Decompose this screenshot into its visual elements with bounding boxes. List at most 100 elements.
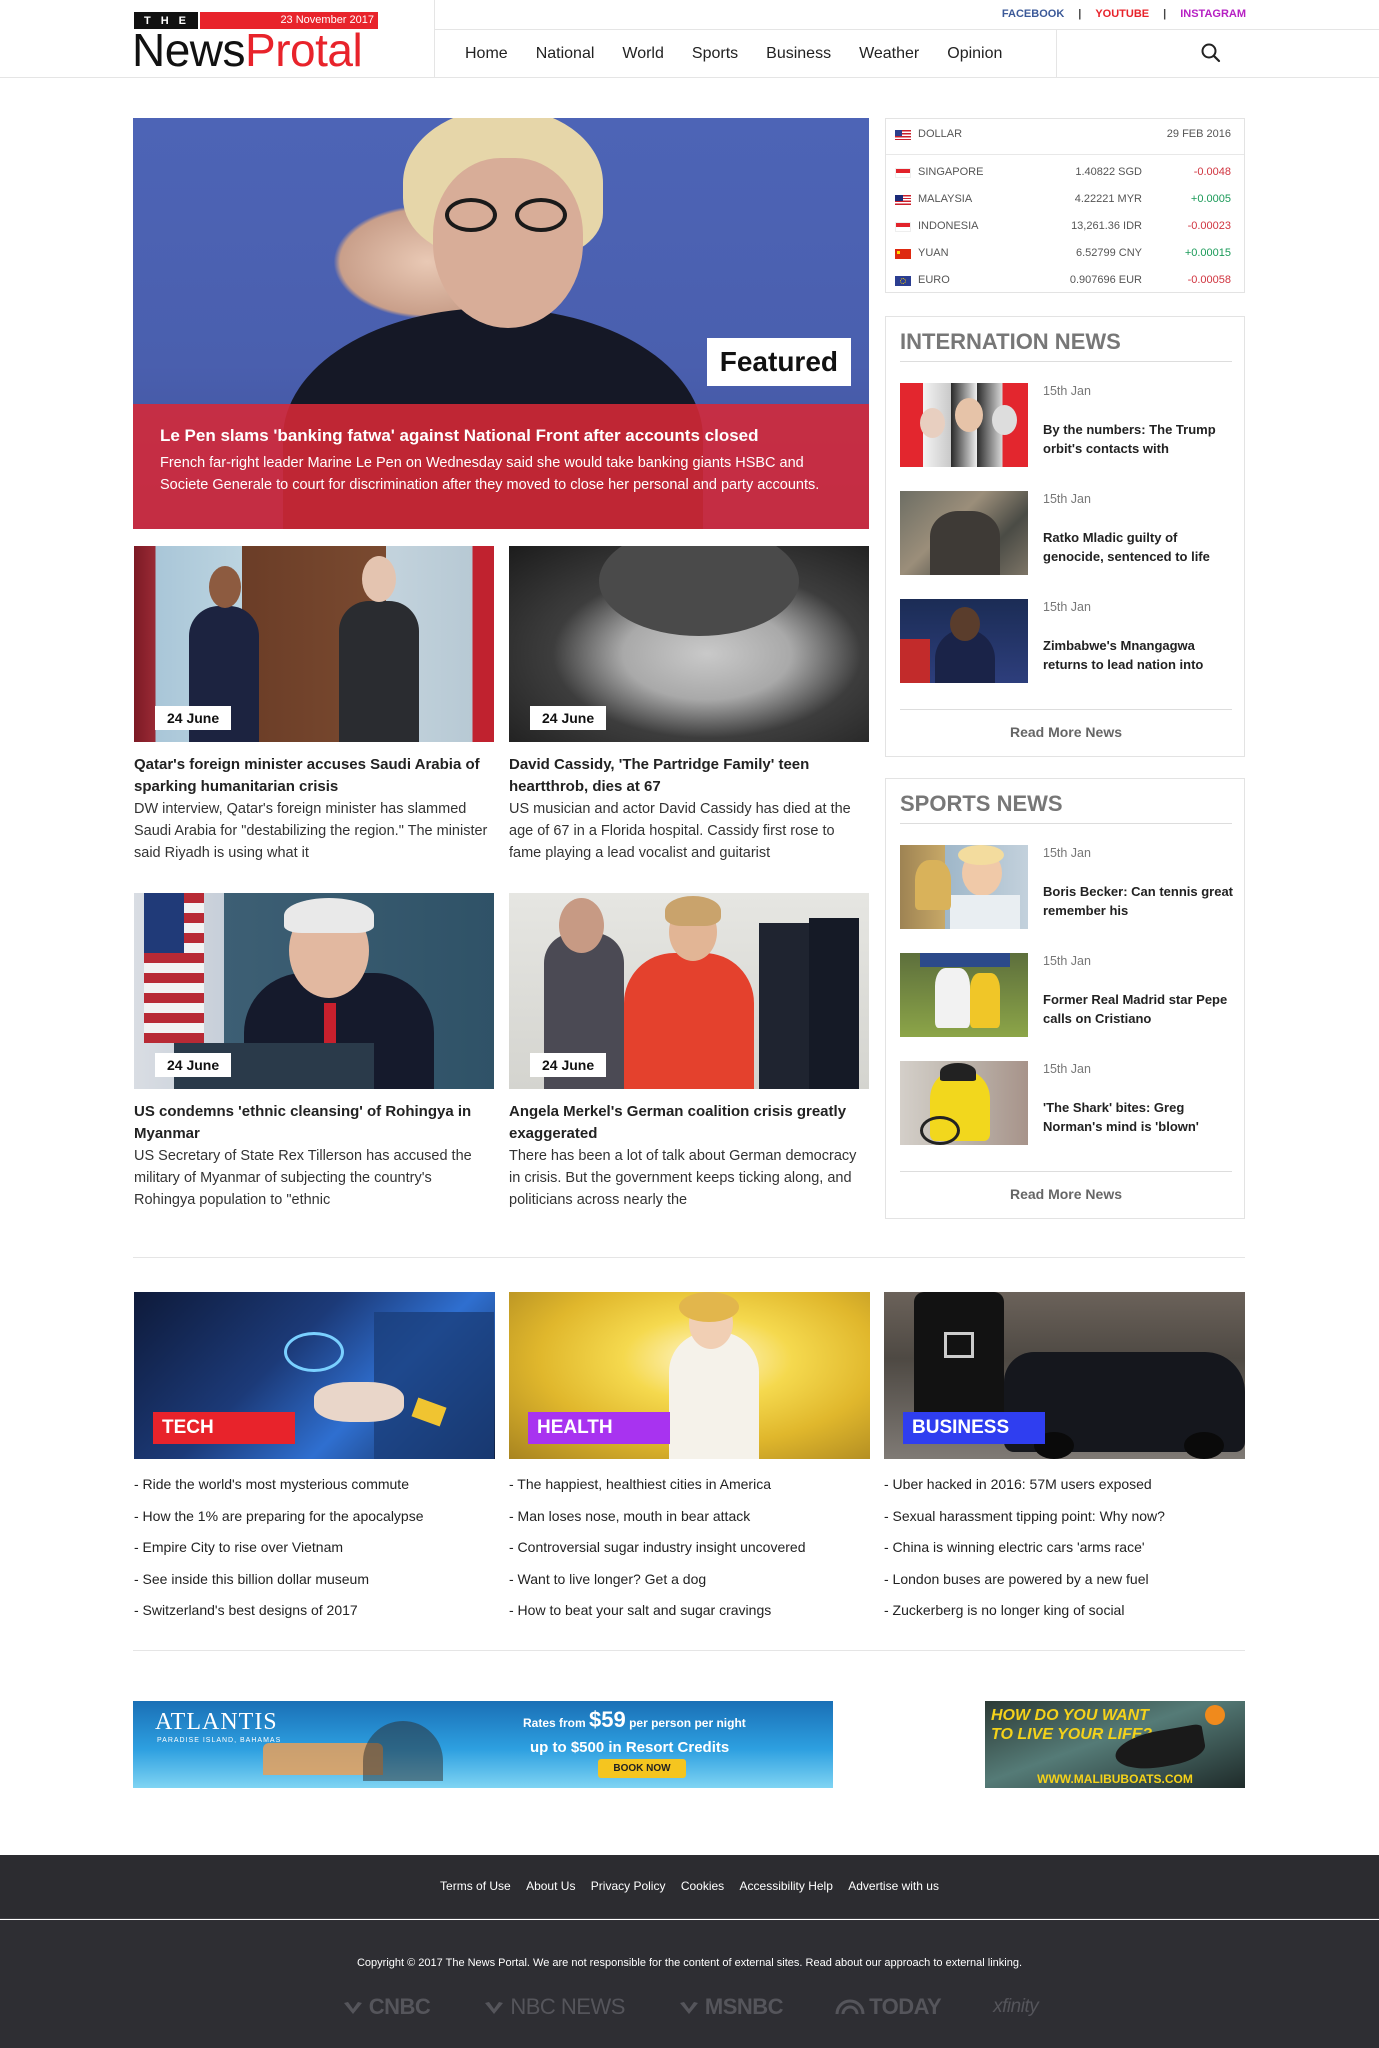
headline-link[interactable]: - Man loses nose, mouth in bear attack — [509, 1506, 870, 1538]
currency-row: YUAN 6.52799 CNY +0.00015 — [886, 240, 1244, 267]
news-item[interactable]: 15th Jan 'The Shark' bites: Greg Norman'… — [900, 1061, 1232, 1147]
footer-link-privacy[interactable]: Privacy Policy — [591, 1879, 666, 1893]
headline-link[interactable]: - Want to live longer? Get a dog — [509, 1569, 870, 1601]
section-divider — [133, 1650, 1245, 1651]
headline-link[interactable]: - Ride the world's most mysterious commu… — [134, 1474, 495, 1506]
peacock-icon — [343, 2002, 362, 2014]
story-card[interactable]: 24 June Qatar's foreign minister accuses… — [134, 546, 494, 864]
brand-logo-icon — [1205, 1705, 1225, 1725]
search-icon[interactable] — [1200, 42, 1222, 64]
story-date: 24 June — [155, 1053, 232, 1077]
category-image[interactable]: BUSINESS — [884, 1292, 1245, 1459]
footer-link-cookies[interactable]: Cookies — [681, 1879, 724, 1893]
footer-link-accessibility[interactable]: Accessibility Help — [740, 1879, 833, 1893]
category-label: HEALTH — [528, 1412, 670, 1444]
brand-nbc-news[interactable]: NBC NEWS — [482, 1994, 625, 2020]
headline-link[interactable]: - Empire City to rise over Vietnam — [134, 1537, 495, 1569]
headline-link[interactable]: - Uber hacked in 2016: 57M users exposed — [884, 1474, 1245, 1506]
read-more-international[interactable]: Read More News — [900, 709, 1232, 740]
story-title[interactable]: Angela Merkel's German coalition crisis … — [509, 1101, 869, 1145]
news-date: 15th Jan — [1043, 492, 1091, 506]
featured-title[interactable]: Le Pen slams 'banking fatwa' against Nat… — [160, 426, 842, 446]
story-title[interactable]: Qatar's foreign minister accuses Saudi A… — [134, 754, 494, 798]
news-title[interactable]: Boris Becker: Can tennis great remember … — [1043, 882, 1235, 920]
nav-home[interactable]: Home — [465, 45, 508, 63]
brand-xfinity[interactable]: xfinity — [993, 1996, 1039, 2018]
news-title[interactable]: Former Real Madrid star Pepe calls on Cr… — [1043, 990, 1235, 1028]
nav-world[interactable]: World — [622, 45, 664, 63]
currency-row: MALAYSIA 4.22221 MYR +0.0005 — [886, 186, 1244, 213]
international-news-heading: INTERNATION NEWS — [900, 329, 1232, 362]
news-item[interactable]: 15th Jan Former Real Madrid star Pepe ca… — [900, 953, 1232, 1039]
story-title[interactable]: David Cassidy, 'The Partridge Family' te… — [509, 754, 869, 798]
currency-row: EURO 0.907696 EUR -0.00058 — [886, 267, 1244, 294]
youtube-link[interactable]: YOUTUBE — [1095, 8, 1149, 20]
story-title[interactable]: US condemns 'ethnic cleansing' of Rohing… — [134, 1101, 494, 1145]
site-logo[interactable]: T H E 23 November 2017 NewsProtal — [132, 12, 378, 75]
currency-row: SINGAPORE 1.40822 SGD -0.0048 — [886, 159, 1244, 186]
news-date: 15th Jan — [1043, 600, 1091, 614]
news-item[interactable]: 15th Jan Zimbabwe's Mnangagwa returns to… — [900, 599, 1232, 685]
headline-link[interactable]: - China is winning electric cars 'arms r… — [884, 1537, 1245, 1569]
category-tech: TECH - Ride the world's most mysterious … — [134, 1292, 495, 1632]
category-image[interactable]: TECH — [134, 1292, 495, 1459]
malaysia-flag-icon — [895, 195, 911, 205]
footer-links-bar: Terms of Use About Us Privacy Policy Coo… — [0, 1855, 1379, 1919]
brand-msnbc[interactable]: MSNBC — [677, 1994, 784, 2020]
category-image[interactable]: HEALTH — [509, 1292, 870, 1459]
facebook-link[interactable]: FACEBOOK — [1002, 8, 1064, 20]
footer-link-about[interactable]: About Us — [526, 1879, 575, 1893]
book-now-button[interactable]: BOOK NOW — [598, 1759, 686, 1778]
story-card[interactable]: 24 June US condemns 'ethnic cleansing' o… — [134, 893, 494, 1211]
headline-link[interactable]: - See inside this billion dollar museum — [134, 1569, 495, 1601]
news-title[interactable]: 'The Shark' bites: Greg Norman's mind is… — [1043, 1098, 1235, 1136]
nav-weather[interactable]: Weather — [859, 45, 919, 63]
story-date: 24 June — [530, 1053, 607, 1077]
currency-widget: DOLLAR 29 FEB 2016 SINGAPORE 1.40822 SGD… — [885, 118, 1245, 293]
brand-cnbc[interactable]: CNBC — [341, 1994, 431, 2020]
site-header: T H E 23 November 2017 NewsProtal FACEBO… — [0, 0, 1379, 78]
headline-link[interactable]: - The happiest, healthiest cities in Ame… — [509, 1474, 870, 1506]
news-date: 15th Jan — [1043, 846, 1091, 860]
news-thumbnail — [900, 953, 1028, 1037]
headline-link[interactable]: - How the 1% are preparing for the apoca… — [134, 1506, 495, 1538]
headline-link[interactable]: - Zuckerberg is no longer king of social — [884, 1600, 1245, 1632]
eu-flag-icon — [895, 276, 911, 286]
singapore-flag-icon — [895, 168, 911, 178]
sports-news-box: SPORTS NEWS 15th Jan Boris Becker: Can t… — [885, 778, 1245, 1219]
news-title[interactable]: Ratko Mladic guilty of genocide, sentenc… — [1043, 528, 1235, 566]
nav-sports[interactable]: Sports — [692, 45, 738, 63]
story-card[interactable]: 24 June David Cassidy, 'The Partridge Fa… — [509, 546, 869, 864]
featured-story[interactable]: Featured Le Pen slams 'banking fatwa' ag… — [133, 118, 869, 529]
malibu-boats-ad[interactable]: HOW DO YOU WANT TO LIVE YOUR LIFE? WWW.M… — [985, 1701, 1245, 1788]
news-title[interactable]: By the numbers: The Trump orbit's contac… — [1043, 420, 1235, 458]
sports-news-heading: SPORTS NEWS — [900, 791, 1232, 824]
nav-opinion[interactable]: Opinion — [947, 45, 1002, 63]
news-title[interactable]: Zimbabwe's Mnangagwa returns to lead nat… — [1043, 636, 1235, 674]
main-nav: Home National World Sports Business Weat… — [465, 30, 1030, 78]
category-headlines: - The happiest, healthiest cities in Ame… — [509, 1474, 870, 1632]
footer-link-terms[interactable]: Terms of Use — [440, 1879, 511, 1893]
us-flag-icon — [895, 130, 911, 140]
headline-link[interactable]: - Controversial sugar industry insight u… — [509, 1537, 870, 1569]
footer-link-advertise[interactable]: Advertise with us — [848, 1879, 939, 1893]
news-thumbnail — [900, 1061, 1028, 1145]
headline-link[interactable]: - London buses are powered by a new fuel — [884, 1569, 1245, 1601]
news-item[interactable]: 15th Jan By the numbers: The Trump orbit… — [900, 383, 1232, 469]
headline-link[interactable]: - Switzerland's best designs of 2017 — [134, 1600, 495, 1632]
nav-national[interactable]: National — [536, 45, 595, 63]
brand-today[interactable]: TODAY — [835, 1994, 942, 2020]
featured-badge: Featured — [706, 338, 851, 386]
news-item[interactable]: 15th Jan Boris Becker: Can tennis great … — [900, 845, 1235, 931]
instagram-link[interactable]: INSTAGRAM — [1180, 8, 1246, 20]
atlantis-ad-banner[interactable]: ATLANTIS PARADISE ISLAND, BAHAMAS Rates … — [133, 1701, 833, 1788]
read-more-sports[interactable]: Read More News — [900, 1171, 1232, 1202]
news-thumbnail — [900, 491, 1028, 575]
news-item[interactable]: 15th Jan Ratko Mladic guilty of genocide… — [900, 491, 1232, 577]
headline-link[interactable]: - How to beat your salt and sugar cravin… — [509, 1600, 870, 1632]
story-card[interactable]: 24 June Angela Merkel's German coalition… — [509, 893, 869, 1211]
category-headlines: - Uber hacked in 2016: 57M users exposed… — [884, 1474, 1245, 1632]
headline-link[interactable]: - Sexual harassment tipping point: Why n… — [884, 1506, 1245, 1538]
category-health: HEALTH - The happiest, healthiest cities… — [509, 1292, 870, 1632]
nav-business[interactable]: Business — [766, 45, 831, 63]
